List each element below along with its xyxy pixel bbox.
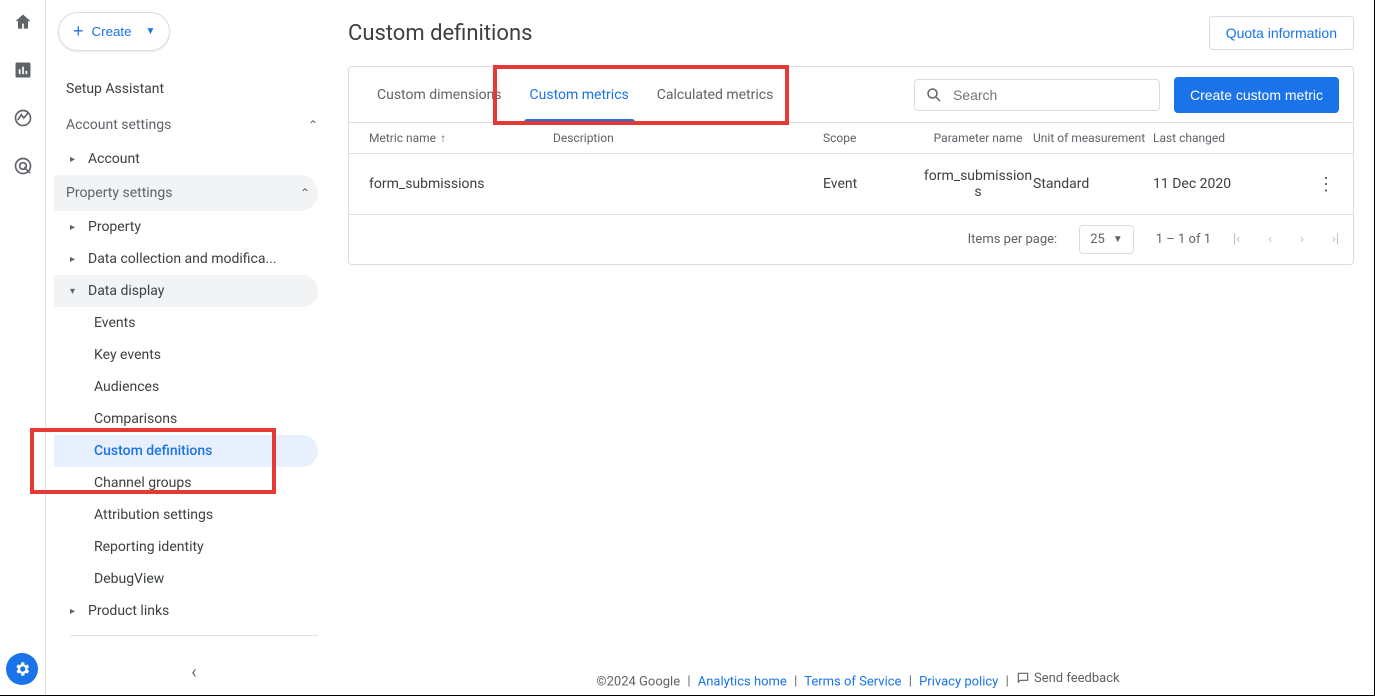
header-unit[interactable]: Unit of measurement [1033,131,1153,145]
triangle-right-icon: ▸ [70,254,80,265]
feedback-icon [1016,671,1030,685]
dropdown-caret-icon: ▼ [1113,234,1123,245]
header-description[interactable]: Description [553,131,823,145]
sidebar-comparisons[interactable]: Comparisons [54,403,318,435]
home-icon[interactable] [11,10,35,34]
main-content: Custom definitions Quota information Cus… [342,0,1374,695]
pager-first-icon[interactable]: |‹ [1233,232,1240,247]
pager-range: 1 – 1 of 1 [1156,232,1211,247]
chevron-up-icon: ⌃ [308,118,318,132]
caret-down-icon: ▼ [146,26,156,37]
explore-icon[interactable] [11,106,35,130]
tab-calculated-metrics[interactable]: Calculated metrics [643,67,788,122]
sidebar-property[interactable]: ▸ Property [54,211,326,243]
pager-next-icon[interactable]: › [1300,232,1304,247]
create-button-label: Create [92,24,132,39]
admin-gear-icon[interactable] [6,653,38,685]
items-per-page-label: Items per page: [968,232,1058,247]
definitions-panel: Custom dimensions Custom metrics Calcula… [348,66,1354,265]
sidebar-data-display[interactable]: ▾ Data display [54,275,318,307]
triangle-right-icon: ▸ [70,606,80,617]
sidebar-custom-definitions[interactable]: Custom definitions [54,435,318,467]
search-input[interactable] [953,87,1149,103]
footer-copyright: ©2024 Google [596,674,680,689]
row-menu-icon[interactable]: ⋮ [1317,174,1335,195]
pager-last-icon[interactable]: ›| [1332,232,1339,247]
account-settings-label: Account settings [66,117,171,133]
reports-icon[interactable] [11,58,35,82]
items-per-page-value: 25 [1090,232,1105,247]
search-box[interactable] [914,79,1160,111]
product-links-label: Product links [88,603,169,619]
sidebar-channel-groups[interactable]: Channel groups [54,467,318,499]
property-label: Property [88,219,141,235]
tabs: Custom dimensions Custom metrics Calcula… [363,67,787,122]
triangle-right-icon: ▸ [70,222,80,233]
sidebar: + Create ▼ Setup Assistant Account setti… [46,0,342,695]
cell-metric-name: form_submissions [363,176,553,192]
cell-unit: Standard [1033,176,1153,192]
header-last-changed[interactable]: Last changed [1153,131,1293,145]
sidebar-data-collection[interactable]: ▸ Data collection and modifica... [54,243,326,275]
pager: Items per page: 25 ▼ 1 – 1 of 1 |‹ ‹ › ›… [349,215,1353,264]
search-icon [925,86,943,104]
quota-information-button[interactable]: Quota information [1209,16,1354,50]
account-label: Account [88,151,140,167]
sidebar-divider [70,635,318,636]
triangle-down-icon: ▾ [70,286,80,297]
cell-last-changed: 11 Dec 2020 [1153,176,1293,192]
data-collection-label: Data collection and modifica... [88,251,277,267]
footer-privacy-link[interactable]: Privacy policy [919,674,998,689]
triangle-right-icon: ▸ [70,154,80,165]
advertising-icon[interactable] [11,154,35,178]
sidebar-account[interactable]: ▸ Account [54,143,326,175]
table-row: form_submissions Event form_submissions … [349,154,1353,215]
sidebar-debugview[interactable]: DebugView [54,563,318,595]
collapse-sidebar-icon[interactable]: ‹ [191,662,196,683]
footer: ©2024 Google | Analytics home | Terms of… [342,671,1374,690]
pager-prev-icon[interactable]: ‹ [1268,232,1272,247]
data-display-label: Data display [88,283,164,299]
sidebar-reporting-identity[interactable]: Reporting identity [54,531,318,563]
sidebar-events[interactable]: Events [54,307,318,339]
sidebar-setup-assistant[interactable]: Setup Assistant [54,71,326,107]
items-per-page-select[interactable]: 25 ▼ [1079,225,1134,254]
table-header: Metric name↑ Description Scope Parameter… [349,123,1353,154]
footer-send-feedback[interactable]: Send feedback [1016,671,1120,686]
plus-icon: + [73,21,84,42]
create-button[interactable]: + Create ▼ [58,12,170,51]
sidebar-property-settings[interactable]: Property settings ⌃ [54,175,318,211]
sidebar-key-events[interactable]: Key events [54,339,318,371]
sidebar-product-links[interactable]: ▸ Product links [54,595,326,627]
page-title: Custom definitions [348,21,532,46]
header-metric-name[interactable]: Metric name↑ [363,131,553,145]
chevron-up-icon: ⌃ [300,186,310,200]
icon-rail [0,0,46,695]
property-settings-label: Property settings [66,185,173,201]
tab-custom-dimensions[interactable]: Custom dimensions [363,67,516,122]
sidebar-attribution-settings[interactable]: Attribution settings [54,499,318,531]
header-scope[interactable]: Scope [823,131,923,145]
sort-arrow-up-icon: ↑ [440,131,446,145]
sidebar-account-settings[interactable]: Account settings ⌃ [54,107,326,143]
cell-parameter: form_submissions [923,168,1033,200]
header-parameter-name[interactable]: Parameter name [923,131,1033,145]
cell-scope: Event [823,176,923,192]
footer-analytics-home-link[interactable]: Analytics home [698,674,787,689]
create-custom-metric-button[interactable]: Create custom metric [1174,77,1339,113]
footer-terms-link[interactable]: Terms of Service [804,674,901,689]
sidebar-audiences[interactable]: Audiences [54,371,318,403]
tab-custom-metrics[interactable]: Custom metrics [516,67,643,122]
